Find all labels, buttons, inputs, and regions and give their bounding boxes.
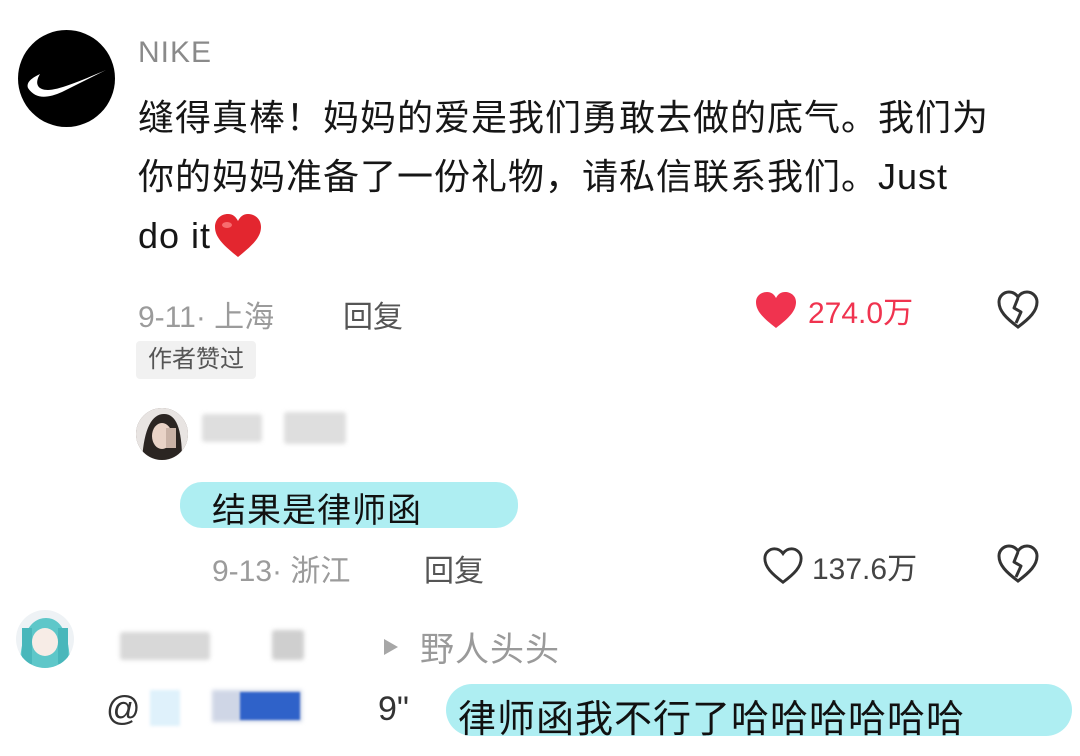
comment-like-button[interactable]: 274.0万 <box>754 288 913 332</box>
reply1-like-count: 137.6万 <box>812 553 918 586</box>
red-heart-emoji-icon <box>215 213 262 257</box>
reply1-date-location: 9-13· 浙江 <box>212 555 351 588</box>
author-liked-tag: 作者赞过 <box>136 341 256 379</box>
comment-date-location: 9-11· 上海 <box>138 301 275 334</box>
comment-text-line-1: 缝得真棒！妈妈的爱是我们勇敢去做的底气。我们为 <box>138 97 990 138</box>
reply-target[interactable]: 野人头头 <box>382 622 560 671</box>
nike-avatar[interactable] <box>18 30 115 127</box>
triangle-right-icon <box>384 638 398 655</box>
comment-text-line-2: 你的妈妈准备了一份礼物，请私信联系我们。Just <box>138 156 949 197</box>
heart-filled-icon <box>756 292 796 328</box>
user-avatar-image <box>16 610 74 668</box>
comment-author-name[interactable]: NIKE <box>138 36 212 70</box>
reply1-username-blurred[interactable] <box>202 414 262 442</box>
comment-like-count: 274.0万 <box>808 297 914 330</box>
reply-target-name: 野人头头 <box>420 631 560 669</box>
comment-reply-button[interactable]: 回复 <box>343 292 403 336</box>
reply1-username-blurred-2 <box>284 412 346 444</box>
mention-blurred-1 <box>150 690 180 726</box>
broken-heart-icon <box>997 290 1039 329</box>
reply1-reply-button[interactable]: 回复 <box>424 546 484 590</box>
reply1-like-button[interactable]: 137.6万 <box>762 544 917 588</box>
reply1-dislike-button[interactable] <box>996 544 1040 589</box>
reply1-text: 结果是律师函 <box>212 492 422 530</box>
heart-outline-icon <box>763 547 803 585</box>
reply2-text: 律师函我不行了哈哈哈哈哈哈 <box>458 699 966 741</box>
reply2-username-blurred-2 <box>272 630 304 660</box>
comment-text-line-3-text: do it <box>138 215 212 256</box>
reply2-username-blurred[interactable] <box>120 632 210 660</box>
nike-swoosh-logo <box>27 70 107 97</box>
mention-at-symbol: @ <box>106 690 141 728</box>
reply1-avatar[interactable] <box>136 408 188 460</box>
user-avatar-image <box>136 408 188 460</box>
reply2-avatar[interactable] <box>16 610 74 668</box>
comment-dislike-button[interactable] <box>996 290 1040 335</box>
comment-body: 缝得真棒！妈妈的爱是我们勇敢去做的底气。我们为 你的妈妈准备了一份礼物，请私信联… <box>138 88 1058 265</box>
comment-text-line-3: do it <box>138 206 1058 265</box>
mention-tail: 9" <box>378 690 409 728</box>
broken-heart-icon <box>997 544 1039 583</box>
mention-blurred-3 <box>240 692 300 720</box>
